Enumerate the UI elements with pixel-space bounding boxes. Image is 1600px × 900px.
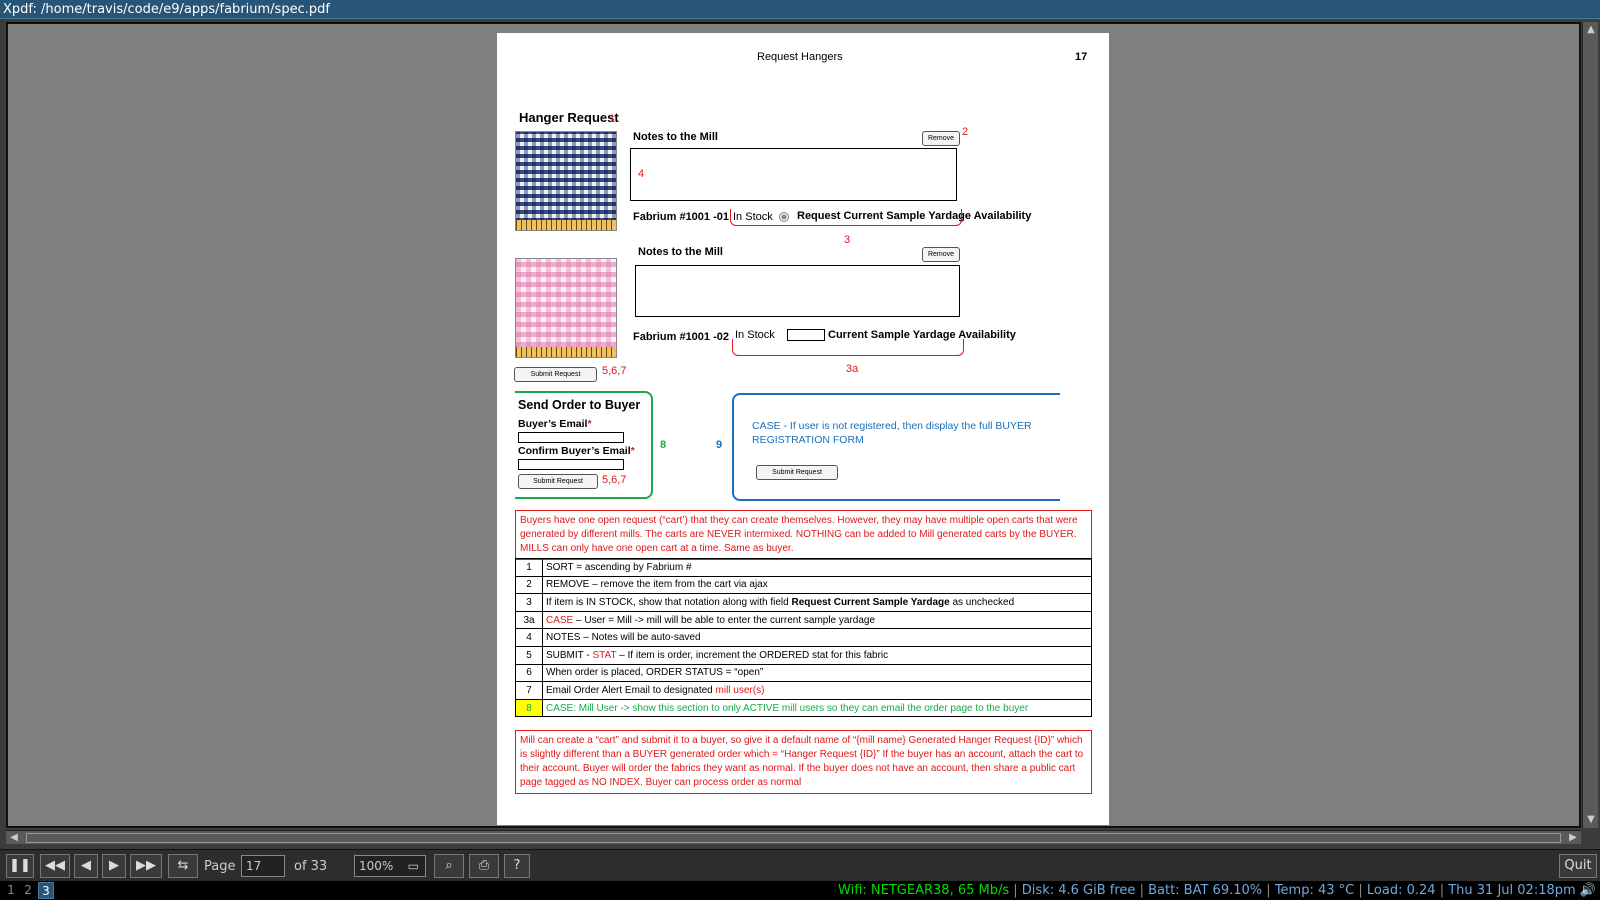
scroll-right-icon[interactable]: ▶ <box>1567 832 1579 844</box>
notes-textarea-1[interactable] <box>630 148 957 201</box>
fast-back-icon[interactable]: ◀◀ <box>40 854 70 878</box>
send-order-submit-button[interactable]: Submit Request <box>518 474 598 489</box>
annotation-marker-3a: 3a <box>846 363 859 375</box>
annotation-marker-2: 2 <box>962 126 969 138</box>
forward-icon[interactable]: ▶ <box>102 854 126 878</box>
annotation-marker-1: 1 <box>609 113 616 125</box>
annotation-marker-3: 3 <box>844 234 851 246</box>
print-icon[interactable]: ⎙ <box>469 854 499 878</box>
history-icon[interactable]: ⇆ <box>168 854 198 878</box>
table-row: 7 Email Order Alert Email to designated m… <box>515 681 1092 700</box>
confirm-email-input[interactable] <box>518 459 624 470</box>
annotation-marker-9: 9 <box>716 439 723 451</box>
notes-textarea-2[interactable] <box>635 265 960 317</box>
scroll-down-icon[interactable]: ▼ <box>1585 814 1597 826</box>
help-button[interactable]: ? <box>504 854 530 878</box>
pause-icon[interactable]: ❚❚ <box>6 854 34 878</box>
case-unregistered-text: CASE - If user is not registered, then d… <box>752 420 1032 446</box>
hanger-request-title: Hanger Request <box>519 110 619 125</box>
fabric-id-1: Fabrium #1001 -01 <box>633 211 729 223</box>
ruler-strip <box>516 220 616 230</box>
vertical-scrollbar[interactable]: ▲ ▼ <box>1582 22 1598 828</box>
zoom-select[interactable]: 100% ▭ <box>354 855 426 877</box>
annotation-bracket-3a <box>732 339 964 356</box>
buyer-email-label: Buyer’s Email* <box>518 418 592 430</box>
page-header-number: 17 <box>1075 51 1088 63</box>
wifi-status: Wifi: NETGEAR38, 65 Mb/s <box>838 883 1010 898</box>
page-label: Page <box>204 859 236 874</box>
table-row: 3 If item is IN STOCK, show that notation… <box>515 593 1092 612</box>
back-icon[interactable]: ◀ <box>74 854 98 878</box>
horizontal-scrollbar[interactable]: ◀ ▶ <box>6 830 1581 844</box>
fabric-swatch-navy-gingham <box>515 131 617 231</box>
page-number-input[interactable]: 17 <box>241 855 285 877</box>
mill-cart-note: Mill can create a “cart” and submit it t… <box>515 730 1092 794</box>
send-order-title: Send Order to Buyer <box>518 398 641 412</box>
find-icon[interactable]: ⌕ <box>434 854 464 878</box>
table-row: 2 REMOVE – remove the item from the cart … <box>515 575 1092 595</box>
datetime-status: Thu 31 Jul 02:18pm <box>1448 883 1576 898</box>
annotation-marker-567: 5,6,7 <box>602 365 627 377</box>
annotation-marker-567b: 5,6,7 <box>602 474 627 486</box>
notes-label-1: Notes to the Mill <box>633 131 718 143</box>
scroll-left-icon[interactable]: ◀ <box>8 832 20 844</box>
fast-forward-icon[interactable]: ▶▶ <box>130 854 162 878</box>
notes-label-2: Notes to the Mill <box>638 246 723 258</box>
system-statusbar: 1 2 3 Wifi: NETGEAR38, 65 Mb/s | Disk: 4… <box>0 881 1600 900</box>
workspace-2[interactable]: 2 <box>20 882 36 899</box>
fabric-id-2: Fabrium #1001 -02 <box>633 331 729 343</box>
xpdf-toolbar: ❚❚ ◀◀ ◀ ▶ ▶▶ ⇆ Page 17 of 33 100% ▭ ⌕ ⎙ ?… <box>0 849 1600 883</box>
scroll-thumb[interactable] <box>26 833 1561 843</box>
table-row: 6 When order is placed, ORDER STATUS = “o… <box>515 663 1092 683</box>
quit-button[interactable]: Quit <box>1559 854 1597 878</box>
table-row: 4 NOTES – Notes will be auto-saved <box>515 628 1092 647</box>
xpdf-window: Request Hangers 17 Hanger Request 1 Note… <box>0 19 1600 883</box>
workspace-3[interactable]: 3 <box>38 882 54 899</box>
confirm-email-label: Confirm Buyer’s Email* <box>518 445 635 457</box>
annotation-bracket-3 <box>730 209 962 226</box>
workspace-1[interactable]: 1 <box>3 882 19 899</box>
temp-status: Temp: 43 °C <box>1274 883 1355 898</box>
battery-status: Batt: BAT 69.10% <box>1148 883 1263 898</box>
spec-table: 1 SORT = ascending by Fabrium # 2 REMOVE –… <box>515 558 1092 718</box>
table-row: 3a CASE – User = Mill -> mill will be abl… <box>515 610 1092 630</box>
table-row: 8 CASE: Mill User -> show this section to… <box>515 698 1092 718</box>
table-row: 1 SORT = ascending by Fabrium # <box>515 558 1092 577</box>
zoom-dropdown-icon: ▭ <box>407 859 419 873</box>
table-row: 5 SUBMIT - STAT – If item is order, incre… <box>515 645 1092 665</box>
remove-button-1[interactable]: Remove <box>922 131 960 146</box>
load-status: Load: 0.24 <box>1366 883 1436 898</box>
page-header-title: Request Hangers <box>757 51 843 63</box>
window-title: Xpdf: /home/travis/code/e9/apps/fabrium/… <box>0 0 1600 19</box>
fabric-swatch-pink-gingham <box>515 258 617 358</box>
buyer-email-input[interactable] <box>518 432 624 443</box>
disk-status: Disk: 4.6 GiB free <box>1021 883 1136 898</box>
scroll-up-icon[interactable]: ▲ <box>1585 24 1597 36</box>
status-info: Wifi: NETGEAR38, 65 Mb/s | Disk: 4.6 GiB… <box>838 883 1596 898</box>
submit-request-button[interactable]: Submit Request <box>514 367 597 382</box>
page-count-label: of 33 <box>294 859 328 874</box>
annotation-marker-4: 4 <box>638 168 645 180</box>
ruler-strip <box>516 347 616 357</box>
case-submit-button[interactable]: Submit Request <box>756 465 838 480</box>
document-viewport[interactable]: Request Hangers 17 Hanger Request 1 Note… <box>6 22 1581 828</box>
annotation-marker-8: 8 <box>660 439 667 451</box>
volume-icon[interactable]: 🔊 <box>1580 883 1596 898</box>
case-unregistered-section <box>732 393 1060 501</box>
cart-rules-note: Buyers have one open request (“cart’) th… <box>515 510 1092 560</box>
remove-button-2[interactable]: Remove <box>922 247 960 262</box>
pdf-page: Request Hangers 17 Hanger Request 1 Note… <box>497 33 1109 825</box>
